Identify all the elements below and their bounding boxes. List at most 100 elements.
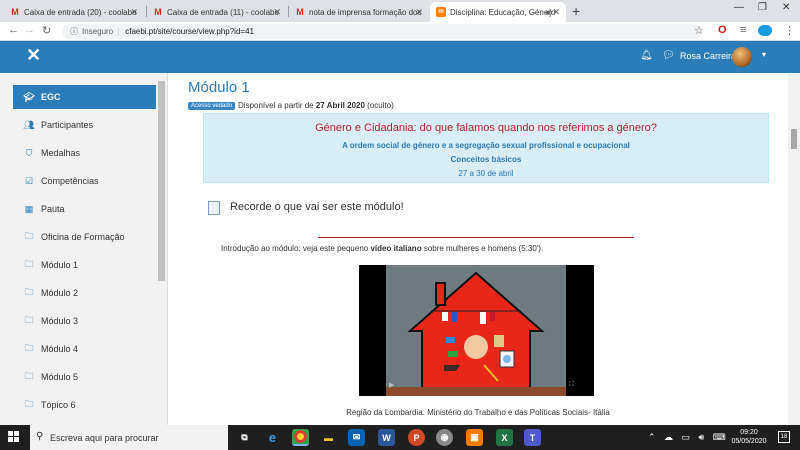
- sidebar-item-topico-6[interactable]: 🗀 Tópico 6: [13, 393, 156, 417]
- back-icon[interactable]: ←: [8, 24, 19, 36]
- clock[interactable]: 09:20 05/05/2020: [728, 428, 770, 446]
- sidebar-item-label: Competências: [41, 176, 99, 186]
- minimize-icon[interactable]: —: [734, 2, 744, 13]
- shield-icon: ⛉: [25, 147, 33, 158]
- sidebar-item-label: Módulo 5: [41, 372, 79, 382]
- tab-label: nota de imprensa formação doc: [309, 7, 422, 17]
- site-header: ✕ 🔔︎ 💬︎ Rosa Carreira ▾: [0, 41, 800, 73]
- sidebar-item-egc[interactable]: 🎓︎ EGC: [13, 85, 156, 109]
- moodle-icon: m: [436, 7, 446, 17]
- close-window-icon[interactable]: ✕: [782, 2, 790, 13]
- sidebar-item-label: Tópico 6: [41, 400, 76, 410]
- sidebar-item-modulo-3[interactable]: 🗀 Módulo 3: [13, 309, 156, 333]
- opera-icon[interactable]: O: [718, 24, 727, 36]
- reload-icon[interactable]: ↻: [42, 24, 51, 37]
- sidebar-item-modulo-5[interactable]: 🗀 Módulo 5: [13, 365, 156, 389]
- bell-icon[interactable]: 🔔︎: [640, 50, 653, 61]
- close-tab-icon[interactable]: ✕: [130, 7, 138, 18]
- forward-icon[interactable]: →: [24, 24, 35, 36]
- teams-icon[interactable]: T: [524, 429, 541, 446]
- sidebar-item-modulo-4[interactable]: 🗀 Módulo 4: [13, 337, 156, 361]
- info-subtitle-2: Conceitos básicos: [450, 155, 522, 164]
- close-tab-icon[interactable]: ✕: [415, 7, 423, 18]
- edge-icon[interactable]: e: [264, 429, 281, 446]
- media-icon[interactable]: ◉: [436, 429, 453, 446]
- page-icon: [208, 201, 220, 215]
- video-link[interactable]: vídeo italiano: [370, 244, 421, 253]
- system-tray[interactable]: ⌃ ☁ ▭ 🔊︎ ⌨: [648, 432, 729, 443]
- security-label: Inseguro: [82, 27, 114, 36]
- task-view-icon[interactable]: ⧉: [236, 429, 253, 446]
- folder-icon: 🗀: [24, 287, 34, 297]
- info-dates: 27 a 30 de abril: [458, 169, 514, 178]
- browser-tab-strip: M Caixa de entrada (20) - coolabo ✕ M Ca…: [0, 0, 800, 22]
- profile-icon[interactable]: [758, 25, 772, 36]
- url-text: cfaebi.pt/site/course/view.php?id=41: [125, 27, 254, 36]
- chrome-icon[interactable]: [292, 429, 309, 446]
- folder-icon: 🗀: [24, 371, 34, 381]
- menu-dots-icon[interactable]: ⋮: [784, 24, 795, 37]
- video-player[interactable]: ▶ ⛶: [359, 265, 594, 396]
- info-icon[interactable]: ⓘ: [70, 26, 78, 37]
- search-placeholder: Escreva aqui para procurar: [50, 432, 159, 443]
- page-scrollbar[interactable]: [788, 73, 800, 425]
- sidebar-item-label: Módulo 4: [41, 344, 79, 354]
- divider: [318, 237, 634, 238]
- course-navigation: 🎓︎ EGC 👥︎ Participantes ⛉ Medalhas ☑ Competê…: [0, 73, 168, 425]
- sidebar-item-modulo-1[interactable]: 🗀 Módulo 1: [13, 253, 156, 277]
- play-icon[interactable]: ▶: [389, 381, 394, 389]
- close-tab-icon[interactable]: ✕: [552, 7, 560, 18]
- sidebar-item-pauta[interactable]: ▦ Pauta: [13, 197, 156, 221]
- graduation-cap-icon: 🎓︎: [23, 91, 35, 102]
- address-bar[interactable]: ⓘ Inseguro | cfaebi.pt/site/course/view.…: [62, 24, 702, 39]
- page-title: Módulo 1: [188, 79, 250, 96]
- sidebar-item-modulo-2[interactable]: 🗀 Módulo 2: [13, 281, 156, 305]
- new-tab-button[interactable]: +: [572, 3, 580, 19]
- sidebar-item-label: Módulo 1: [41, 260, 79, 270]
- browser-tab[interactable]: M nota de imprensa formação doc ✕: [289, 2, 429, 22]
- chevron-down-icon[interactable]: ▾: [762, 50, 766, 59]
- page-scrollbar-thumb[interactable]: [791, 129, 797, 149]
- avatar[interactable]: [732, 47, 752, 67]
- user-name[interactable]: Rosa Carreira: [680, 51, 736, 61]
- word-icon[interactable]: W: [378, 429, 395, 446]
- chat-icon[interactable]: 💬︎: [662, 50, 675, 61]
- sidebar-item-label: Módulo 3: [41, 316, 79, 326]
- sidebar-item-label: Medalhas: [41, 148, 81, 158]
- search-icon: ⚲: [36, 431, 44, 442]
- audio-icon: ◂): [544, 7, 552, 17]
- reading-list-icon[interactable]: ≡: [740, 24, 746, 36]
- app-icon[interactable]: ▣: [466, 429, 483, 446]
- windows-start-icon[interactable]: [8, 431, 20, 443]
- restore-icon[interactable]: ❐: [758, 2, 767, 13]
- excel-icon[interactable]: X: [496, 429, 513, 446]
- browser-tab-active[interactable]: m Disciplina: Educação, Género ◂) ✕: [430, 2, 566, 22]
- checkbox-icon: ☑: [24, 175, 34, 186]
- sidebar-item-label: Pauta: [41, 204, 65, 214]
- folder-icon: 🗀: [24, 259, 34, 269]
- sidebar-item-participantes[interactable]: 👥︎ Participantes: [13, 113, 156, 137]
- mail-icon[interactable]: ✉: [348, 429, 365, 446]
- tab-label: Disciplina: Educação, Género: [450, 7, 556, 17]
- table-icon: ▦: [24, 203, 34, 214]
- fullscreen-icon[interactable]: ⛶: [569, 381, 574, 389]
- info-box: Género e Cidadania: do que falamos quand…: [203, 113, 769, 183]
- powerpoint-icon[interactable]: P: [408, 429, 425, 446]
- sidebar-item-competencias[interactable]: ☑ Competências: [13, 169, 156, 193]
- taskbar-search[interactable]: ⚲ Escreva aqui para procurar: [30, 425, 228, 450]
- notification-icon[interactable]: 18: [778, 431, 790, 443]
- users-icon: 👥︎: [23, 119, 35, 130]
- file-explorer-icon[interactable]: ▬: [320, 429, 337, 446]
- page-resource-link[interactable]: Recorde o que vai ser este módulo!: [230, 201, 404, 213]
- sidebar-item-label: Participantes: [41, 120, 94, 130]
- sidebar-scrollbar-thumb[interactable]: [158, 81, 165, 281]
- sidebar-item-oficina[interactable]: 🗀 Oficina de Formação: [13, 225, 156, 249]
- folder-icon: 🗀: [24, 315, 34, 325]
- browser-tab[interactable]: M Caixa de entrada (20) - coolabo ✕: [4, 2, 144, 22]
- close-tab-icon[interactable]: ✕: [273, 7, 281, 18]
- video-frame: [386, 265, 566, 396]
- sidebar-item-medalhas[interactable]: ⛉ Medalhas: [13, 141, 156, 165]
- close-drawer-icon[interactable]: ✕: [26, 45, 41, 66]
- bookmark-star-icon[interactable]: ☆: [694, 24, 704, 37]
- browser-tab[interactable]: M Caixa de entrada (11) - coolabo ✕: [147, 2, 287, 22]
